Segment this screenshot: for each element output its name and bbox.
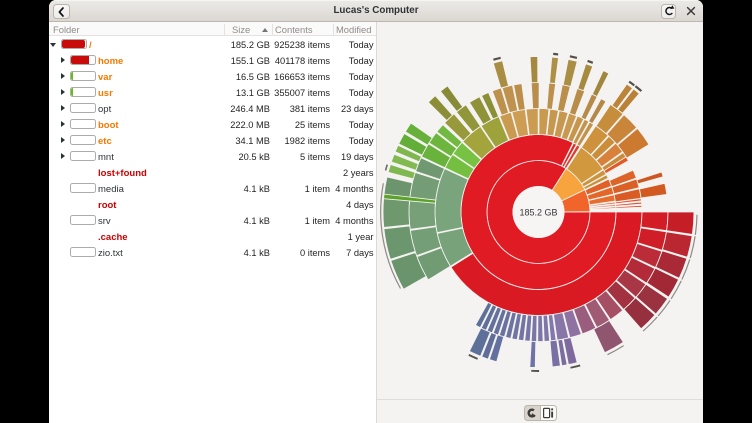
svg-text:185.2 GB: 185.2 GB bbox=[519, 208, 557, 218]
